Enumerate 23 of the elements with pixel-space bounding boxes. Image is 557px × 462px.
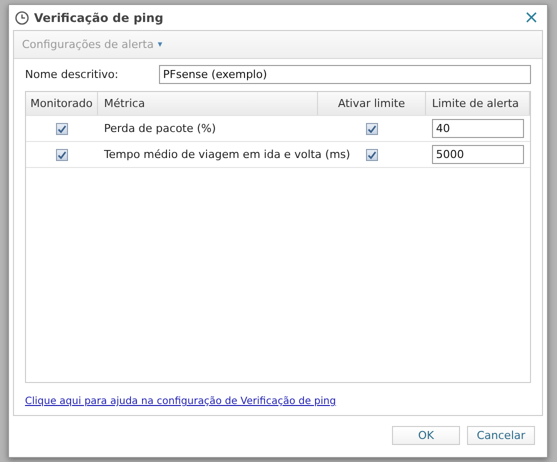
column-header: Métrica [98, 92, 318, 115]
threshold-input-field[interactable]: 40 [432, 119, 524, 138]
table-cell: Perda de pacote (%) [104, 122, 216, 135]
column-header: Limite de alerta [426, 92, 530, 115]
table-cell: Tempo médio de viagem em ida e volta (ms) [104, 148, 350, 161]
caret-icon: ▾ [158, 40, 162, 50]
section-title: Configurações de alerta [22, 38, 154, 51]
checkbox[interactable] [366, 148, 378, 160]
checkbox[interactable] [56, 122, 68, 134]
field-label: Nome descritivo: [25, 68, 120, 80]
clock-icon [15, 10, 29, 24]
column-header: Monitorado [26, 92, 98, 115]
checkbox[interactable] [366, 122, 378, 134]
checkbox[interactable] [56, 148, 68, 160]
column-header: Ativar limite [318, 92, 426, 115]
name-input-field[interactable]: PFsense (exemplo) [159, 64, 531, 84]
ok-button[interactable]: OK [392, 426, 460, 445]
close-button[interactable]: × [522, 10, 541, 26]
cancel-button[interactable]: Cancelar [467, 426, 535, 445]
window-title: Verificação de ping [34, 10, 164, 24]
threshold-input-field[interactable]: 5000 [432, 145, 524, 164]
help-link[interactable]: Clique aqui para ajuda na configuração de Verificação de ping [25, 396, 336, 407]
section-header[interactable]: Configurações de alerta ▾ [14, 31, 542, 59]
